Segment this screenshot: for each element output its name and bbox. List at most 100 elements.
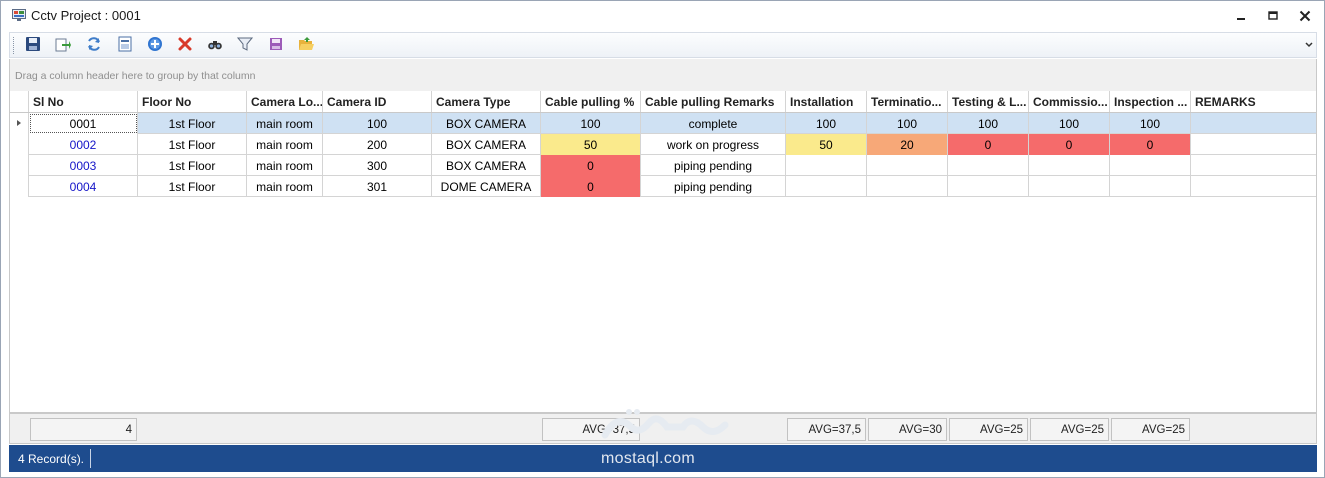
- column-header-inspection[interactable]: Inspection ...: [1110, 91, 1191, 112]
- toolbar-overflow-chevron-icon[interactable]: [1304, 39, 1314, 49]
- cell-camera-id[interactable]: 301: [323, 176, 432, 197]
- column-header-camera-type[interactable]: Camera Type: [432, 91, 541, 112]
- cell-termination[interactable]: 20: [867, 134, 948, 155]
- cell-termination[interactable]: [867, 155, 948, 176]
- save-button[interactable]: [22, 35, 44, 55]
- cell-camera-type[interactable]: BOX CAMERA: [432, 134, 541, 155]
- cell-camera-location[interactable]: main room: [247, 113, 323, 134]
- cell-remarks[interactable]: [1191, 176, 1316, 197]
- column-header-installation[interactable]: Installation: [786, 91, 867, 112]
- cell-floor-no[interactable]: 1st Floor: [138, 113, 247, 134]
- cell-commissioning[interactable]: [1029, 155, 1110, 176]
- grid-header-row: Sl No Floor No Camera Lo... Camera ID Ca…: [10, 91, 1316, 113]
- cell-sl-no[interactable]: 0001: [29, 113, 138, 134]
- cell-commissioning[interactable]: [1029, 176, 1110, 197]
- cell-inspection[interactable]: [1110, 155, 1191, 176]
- column-header-cable-pulling-pct[interactable]: Cable pulling %: [541, 91, 641, 112]
- cell-installation[interactable]: 100: [786, 113, 867, 134]
- cell-testing[interactable]: 100: [948, 113, 1029, 134]
- maximize-button[interactable]: [1257, 1, 1289, 31]
- data-grid: Sl No Floor No Camera Lo... Camera ID Ca…: [9, 91, 1317, 413]
- cell-testing[interactable]: [948, 176, 1029, 197]
- column-header-sl-no[interactable]: Sl No: [29, 91, 138, 112]
- cell-cable-pulling-pct[interactable]: 50: [541, 134, 641, 155]
- cell-cable-pulling-pct[interactable]: 100: [541, 113, 641, 134]
- close-button[interactable]: [1289, 1, 1321, 31]
- cell-inspection[interactable]: 0: [1110, 134, 1191, 155]
- cell-commissioning[interactable]: 0: [1029, 134, 1110, 155]
- open-folder-button[interactable]: [295, 35, 317, 55]
- window-title: Cctv Project : 0001: [31, 8, 141, 23]
- cell-testing[interactable]: 0: [948, 134, 1029, 155]
- group-by-panel[interactable]: Drag a column header here to group by th…: [9, 59, 1317, 91]
- row-indicator[interactable]: [10, 155, 29, 176]
- export-button[interactable]: [52, 35, 74, 55]
- cell-termination[interactable]: 100: [867, 113, 948, 134]
- row-indicator[interactable]: [10, 113, 29, 134]
- cell-camera-location[interactable]: main room: [247, 176, 323, 197]
- table-row[interactable]: 0004 1st Floor main room 301 DOME CAMERA…: [10, 176, 1316, 197]
- column-header-testing[interactable]: Testing & L...: [948, 91, 1029, 112]
- cell-installation[interactable]: 50: [786, 134, 867, 155]
- cell-remarks[interactable]: [1191, 155, 1316, 176]
- toolbar-grip[interactable]: [13, 37, 16, 54]
- column-header-floor-no[interactable]: Floor No: [138, 91, 247, 112]
- cell-remarks[interactable]: [1191, 113, 1316, 134]
- cell-camera-type[interactable]: BOX CAMERA: [432, 155, 541, 176]
- cell-cable-pulling-pct[interactable]: 0: [541, 176, 641, 197]
- cell-camera-location[interactable]: main room: [247, 134, 323, 155]
- filter-button[interactable]: [234, 35, 256, 55]
- cell-camera-id[interactable]: 100: [323, 113, 432, 134]
- cell-cable-pulling-remarks[interactable]: complete: [641, 113, 786, 134]
- cell-cable-pulling-remarks[interactable]: piping pending: [641, 176, 786, 197]
- cell-sl-no[interactable]: 0004: [29, 176, 138, 197]
- add-button[interactable]: [144, 35, 166, 55]
- column-header-commissioning[interactable]: Commissio...: [1029, 91, 1110, 112]
- cell-camera-type[interactable]: DOME CAMERA: [432, 176, 541, 197]
- cell-sl-no[interactable]: 0002: [29, 134, 138, 155]
- table-row[interactable]: 0001 1st Floor main room 100 BOX CAMERA …: [10, 113, 1316, 134]
- column-header-cable-pulling-remarks[interactable]: Cable pulling Remarks: [641, 91, 786, 112]
- minimize-button[interactable]: [1225, 1, 1257, 31]
- layout-button[interactable]: [265, 35, 287, 55]
- cell-installation[interactable]: [786, 155, 867, 176]
- cell-remarks[interactable]: [1191, 134, 1316, 155]
- cell-inspection[interactable]: 100: [1110, 113, 1191, 134]
- row-indicator[interactable]: [10, 176, 29, 197]
- cell-camera-location[interactable]: main room: [247, 155, 323, 176]
- layout-icon: [268, 36, 284, 55]
- cell-camera-type[interactable]: BOX CAMERA: [432, 113, 541, 134]
- table-row[interactable]: 0002 1st Floor main room 200 BOX CAMERA …: [10, 134, 1316, 155]
- record-count-status: 4 Record(s).: [18, 452, 85, 466]
- column-header-remarks[interactable]: REMARKS: [1191, 91, 1316, 112]
- open-folder-icon: [298, 36, 314, 55]
- column-header-camera-location[interactable]: Camera Lo...: [247, 91, 323, 112]
- find-button[interactable]: [204, 35, 226, 55]
- summary-testing-avg: AVG=25: [949, 418, 1028, 441]
- cell-floor-no[interactable]: 1st Floor: [138, 134, 247, 155]
- cell-termination[interactable]: [867, 176, 948, 197]
- export-icon: [55, 36, 71, 55]
- report-icon: [117, 36, 133, 55]
- column-header-termination[interactable]: Terminatio...: [867, 91, 948, 112]
- cell-installation[interactable]: [786, 176, 867, 197]
- cell-cable-pulling-remarks[interactable]: work on progress: [641, 134, 786, 155]
- delete-button[interactable]: [174, 35, 196, 55]
- title-bar: Cctv Project : 0001: [1, 1, 1324, 31]
- cell-cable-pulling-remarks[interactable]: piping pending: [641, 155, 786, 176]
- refresh-button[interactable]: [83, 35, 105, 55]
- cell-cable-pulling-pct[interactable]: 0: [541, 155, 641, 176]
- cell-commissioning[interactable]: 100: [1029, 113, 1110, 134]
- cell-inspection[interactable]: [1110, 176, 1191, 197]
- cell-testing[interactable]: [948, 155, 1029, 176]
- cell-sl-no[interactable]: 0003: [29, 155, 138, 176]
- current-row-arrow-icon: [17, 120, 21, 126]
- cell-camera-id[interactable]: 200: [323, 134, 432, 155]
- cell-floor-no[interactable]: 1st Floor: [138, 176, 247, 197]
- cell-camera-id[interactable]: 300: [323, 155, 432, 176]
- table-row[interactable]: 0003 1st Floor main room 300 BOX CAMERA …: [10, 155, 1316, 176]
- column-header-camera-id[interactable]: Camera ID: [323, 91, 432, 112]
- cell-floor-no[interactable]: 1st Floor: [138, 155, 247, 176]
- row-indicator[interactable]: [10, 134, 29, 155]
- report-button[interactable]: [114, 35, 136, 55]
